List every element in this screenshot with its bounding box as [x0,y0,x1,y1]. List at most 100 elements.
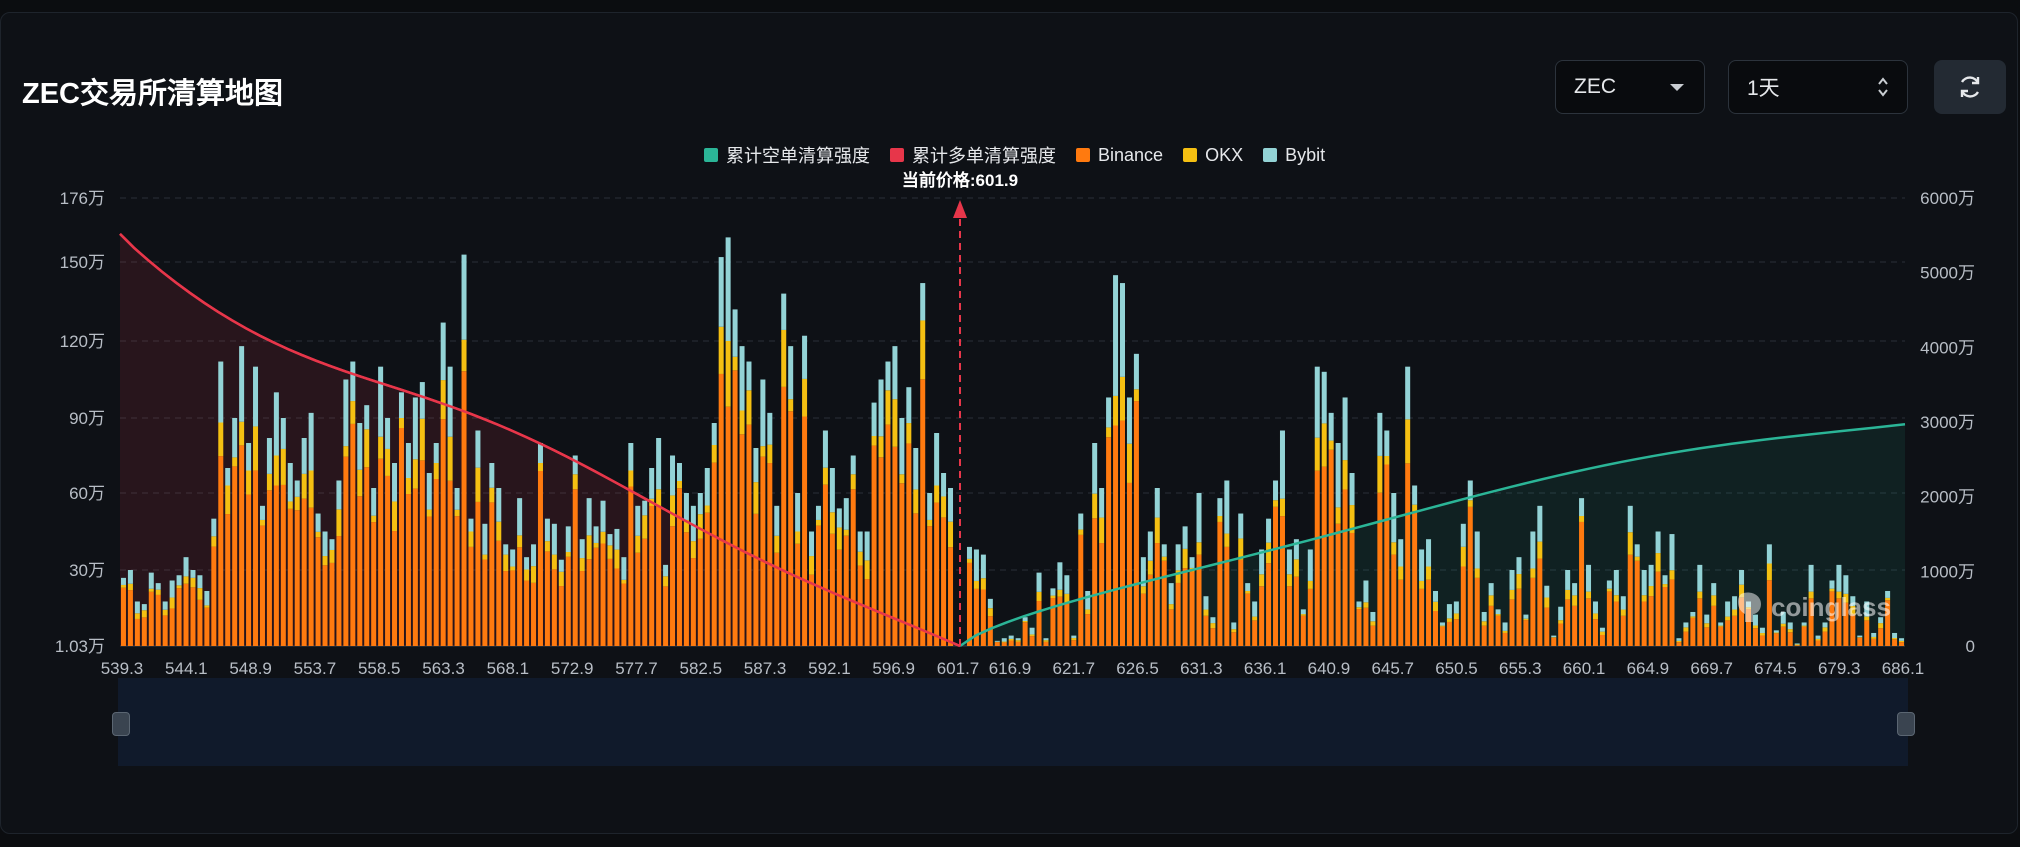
bar-bybit [1669,534,1675,571]
bar-bybit [704,468,710,506]
bar-okx [1328,440,1334,450]
bar-binance [419,460,425,646]
bar-bybit [1266,518,1272,543]
bar-bybit [1078,513,1084,530]
bar-okx [572,474,578,490]
bar-binance [864,579,870,646]
bar-binance [1655,571,1661,646]
x-tick-label: 548.9 [229,659,272,678]
bar-bybit [440,322,446,381]
bar-bybit [1509,570,1515,590]
bar-binance [966,562,972,646]
bar-okx [927,519,933,527]
bar-binance [496,540,502,646]
bar-okx [232,457,238,467]
bar-bybit [447,366,453,437]
bar-binance [503,571,509,646]
bar-bybit [531,544,537,567]
zoom-handle-right[interactable] [1897,712,1915,736]
bar-bybit [1196,493,1202,543]
bar-okx [1530,568,1536,578]
bar-binance [683,532,689,646]
bar-bybit [1599,627,1605,632]
bar-binance [1704,627,1710,646]
bar-binance [1725,620,1731,646]
bar-bybit [920,283,926,321]
bar-binance [781,386,787,646]
bar-bybit [1460,523,1466,547]
bar-okx [1377,455,1383,493]
x-tick-label: 636.1 [1244,659,1287,678]
bar-okx [987,608,993,617]
coinglass-logo-icon [1738,592,1761,622]
bar-bybit [850,455,856,475]
bar-okx [966,558,972,563]
bar-bybit [1592,601,1598,614]
zoom-slider[interactable] [118,678,1908,766]
bar-okx [1335,507,1341,524]
bar-binance [1822,631,1828,646]
bar-okx [1432,601,1439,611]
bar-binance [1307,588,1313,646]
bar-bybit [987,598,993,609]
bar-okx [183,576,189,584]
bar-bybit [336,480,342,510]
bar-bybit [725,237,731,341]
bar-bybit [1620,596,1626,610]
bar-okx [864,560,870,580]
bar-bybit [294,480,300,497]
bar-okx [1648,586,1654,597]
bar-binance [246,494,252,646]
bar-okx [690,541,696,559]
bar-okx [676,481,682,489]
bar-binance [357,496,363,646]
bar-okx [980,578,986,590]
bar-bybit [405,443,411,478]
bar-bybit [739,346,745,411]
bar-okx [1565,589,1571,600]
bar-binance [934,502,940,646]
bar-bybit [1495,609,1501,615]
bar-bybit [1579,498,1585,516]
bar-bybit [551,523,557,555]
bar-binance [1453,619,1459,646]
bar-bybit [1015,638,1021,641]
bar-binance [788,411,794,646]
bar-binance [670,526,676,646]
bar-bybit [350,361,356,402]
bar-bybit [1725,601,1731,617]
bar-okx [621,579,627,584]
bar-binance [1787,632,1793,646]
bar-okx [1655,553,1661,572]
bar-okx [857,551,863,566]
bar-bybit [1544,585,1550,598]
x-tick-label: 674.5 [1754,659,1797,678]
bar-okx [1321,423,1327,467]
bar-binance [1328,449,1334,646]
bar-bybit [899,418,905,475]
bar-bybit [1238,513,1244,539]
bar-bybit [1759,627,1765,634]
bar-okx [1245,590,1251,594]
bar-binance [433,479,439,646]
bar-binance [1460,566,1466,646]
bar-binance [1015,641,1021,646]
bar-bybit [973,549,979,581]
bar-binance [628,486,634,646]
bar-binance [162,615,168,646]
bar-binance [994,642,1000,646]
bar-bybit [1161,544,1167,557]
bar-bybit [433,443,439,463]
bar-binance [489,502,495,646]
bar-okx [1071,638,1077,641]
zoom-handle-left[interactable] [112,712,130,736]
bar-okx [1599,631,1605,635]
bar-okx [1606,588,1612,592]
bar-binance [565,556,571,646]
y-left-tick-label: 120万 [60,332,105,351]
bar-bybit [1071,635,1077,639]
bar-okx [308,470,314,508]
bar-binance [266,490,272,646]
bar-bybit [225,468,231,486]
bar-binance [871,445,877,646]
